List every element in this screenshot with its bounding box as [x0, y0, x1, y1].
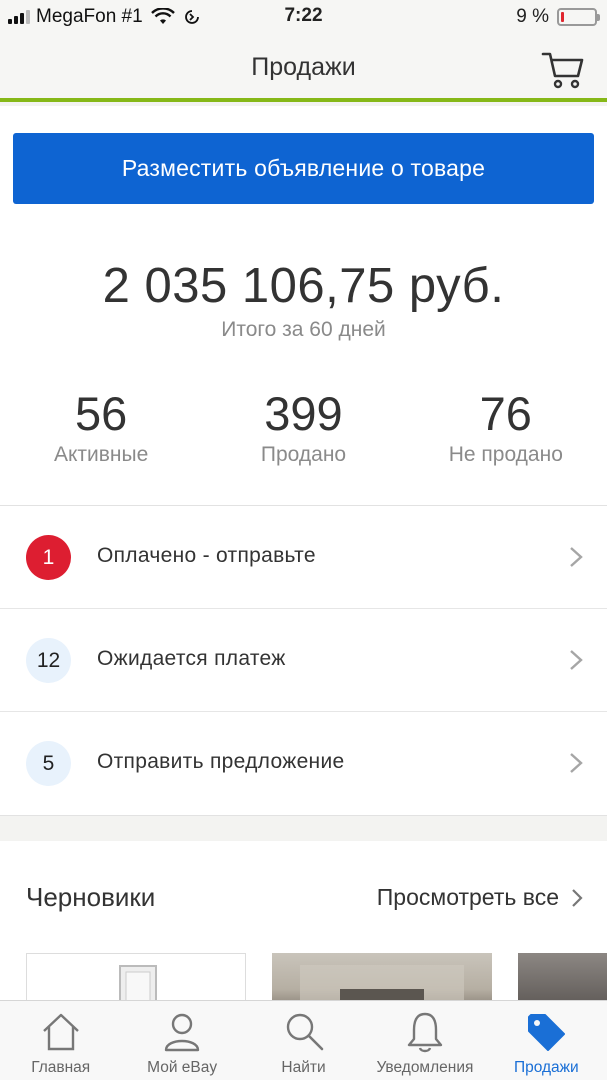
bell-icon — [407, 1012, 443, 1053]
task-send-offer[interactable]: 5 Отправить предложение — [0, 712, 607, 815]
home-icon — [42, 1013, 79, 1051]
create-listing-button[interactable]: Разместить объявление о товаре — [13, 133, 594, 204]
stats: 56 Активные 399 Продано 76 Не продано — [0, 386, 607, 467]
battery-percent: 9 % — [516, 6, 549, 27]
draft-image — [119, 965, 157, 1000]
tab-home[interactable]: Главная — [0, 1001, 121, 1080]
battery-level — [561, 12, 564, 22]
tab-selling[interactable]: Продажи — [486, 1001, 607, 1080]
tab-label: Мой eBay — [147, 1059, 218, 1076]
stat-label: Продано — [260, 443, 347, 466]
tab-label: Главная — [31, 1059, 91, 1076]
drafts-title: Черновики — [26, 882, 156, 912]
stat-active[interactable]: 56 Активные — [0, 386, 202, 467]
person-icon — [164, 1013, 200, 1052]
chevron-right-icon — [570, 650, 583, 670]
status-right: 9 % — [516, 6, 600, 28]
draft-thumbnail[interactable] — [518, 953, 607, 1000]
draft-thumbnail[interactable] — [26, 953, 246, 1000]
count-badge: 5 — [26, 741, 71, 786]
stat-label: Активные — [54, 443, 149, 466]
task-label: Отправить предложение — [97, 750, 345, 773]
draft-thumbnail[interactable] — [272, 953, 492, 1000]
count-badge: 12 — [26, 638, 71, 683]
tab-bar: Главная Мой eBay Найти Уведомления Прода… — [0, 1000, 607, 1080]
search-icon — [286, 1013, 323, 1051]
tab-label: Найти — [281, 1059, 326, 1076]
sell-summary: Разместить объявление о товаре 2 035 106… — [0, 106, 607, 506]
nav-bar: Продажи — [0, 34, 607, 102]
total-amount: 2 035 106,75 руб. — [102, 259, 505, 313]
total-caption: Итого за 60 дней — [221, 318, 386, 341]
task-paid-ship[interactable]: 1 Оплачено - отправьте — [0, 506, 607, 609]
draft-image — [300, 965, 464, 1000]
task-awaiting-payment[interactable]: 12 Ожидается платеж — [0, 609, 607, 712]
view-all-label: Просмотреть все — [376, 884, 559, 910]
tab-label: Продажи — [513, 1059, 579, 1076]
drafts-section: Черновики Просмотреть все — [0, 841, 607, 1000]
stat-value: 399 — [264, 387, 343, 440]
view-all-drafts-link[interactable]: Просмотреть все — [377, 884, 583, 911]
stat-sold[interactable]: 399 Продано — [202, 386, 404, 467]
status-bar: MegaFon #1 7:22 9 % — [0, 0, 607, 34]
tab-label: Уведомления — [376, 1059, 474, 1076]
section-divider — [0, 815, 607, 841]
stat-label: Не продано — [448, 443, 563, 466]
tab-search[interactable]: Найти — [243, 1001, 364, 1080]
task-list: 1 Оплачено - отправьте 12 Ожидается плат… — [0, 506, 607, 815]
task-label: Ожидается платеж — [97, 647, 286, 670]
cart-icon[interactable] — [541, 50, 585, 90]
stat-value: 76 — [479, 387, 532, 440]
stat-value: 56 — [75, 387, 128, 440]
task-label: Оплачено - отправьте — [97, 544, 316, 567]
tag-icon — [528, 1014, 566, 1051]
count-badge: 1 — [26, 535, 71, 580]
chevron-right-icon — [572, 888, 583, 907]
content: Разместить объявление о товаре 2 035 106… — [0, 106, 607, 1000]
tab-my-ebay[interactable]: Мой eBay — [121, 1001, 242, 1080]
page-title: Продажи — [251, 53, 356, 81]
tab-notifications[interactable]: Уведомления — [364, 1001, 485, 1080]
battery-icon — [557, 8, 600, 26]
chevron-right-icon — [570, 753, 583, 773]
chevron-right-icon — [570, 547, 583, 567]
stat-unsold[interactable]: 76 Не продано — [405, 386, 607, 467]
